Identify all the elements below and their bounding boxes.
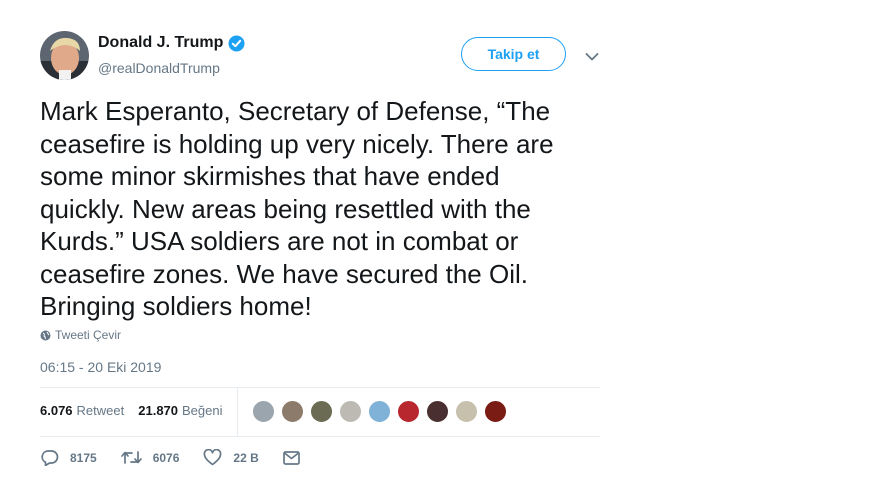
tweet-card: Donald J. Trump @realDonaldTrump Takip e… (0, 0, 640, 497)
liker-avatar[interactable] (426, 400, 449, 423)
tweet-stats: 6.076 Retweet 21.870 Beğeni (40, 403, 223, 418)
liker-avatar[interactable] (368, 400, 391, 423)
retweet-button[interactable]: 6076 (120, 450, 180, 465)
like-count: 21.870 (138, 403, 179, 418)
globe-icon (40, 330, 51, 340)
direct-message-button[interactable] (282, 450, 311, 465)
retweet-label: Retweet (76, 403, 125, 418)
liker-avatar[interactable] (252, 400, 275, 423)
liker-avatar[interactable] (455, 400, 478, 423)
liker-avatar[interactable] (310, 400, 333, 423)
author-name[interactable]: Donald J. Trump (98, 34, 223, 52)
author-handle[interactable]: @realDonaldTrump (98, 60, 220, 76)
retweet-icon (120, 451, 142, 464)
envelope-icon (282, 450, 300, 465)
retweet-stat[interactable]: 6.076 Retweet (40, 403, 124, 418)
translate-tweet-link[interactable]: Tweeti Çevir (40, 328, 121, 342)
liker-avatars (252, 400, 513, 423)
retweet-count: 6.076 (40, 403, 73, 418)
like-stat[interactable]: 21.870 Beğeni (138, 403, 222, 418)
tweet-timestamp[interactable]: 06:15 - 20 Eki 2019 (40, 359, 161, 375)
retweet-action-count: 6076 (152, 450, 180, 465)
translate-label: Tweeti Çevir (55, 328, 122, 342)
chevron-down-icon[interactable] (585, 49, 599, 61)
verified-badge-icon (228, 35, 245, 52)
like-button[interactable]: 22 B (203, 449, 259, 466)
tweet-text: Mark Esperanto, Secretary of Defense, “T… (40, 96, 554, 321)
liker-avatar[interactable] (281, 400, 304, 423)
like-label: Beğeni (182, 403, 223, 418)
divider (40, 436, 600, 437)
follow-button[interactable]: Takip et (461, 37, 566, 71)
author-avatar[interactable] (40, 31, 89, 80)
tweet-actions: 8175 6076 22 B (40, 449, 335, 466)
like-action-count: 22 B (233, 450, 259, 465)
liker-avatar[interactable] (484, 400, 507, 423)
stats-separator (237, 388, 238, 436)
reply-button[interactable]: 8175 (40, 449, 97, 466)
liker-avatar[interactable] (397, 400, 420, 423)
divider (40, 387, 600, 388)
heart-icon (204, 449, 222, 466)
reply-count: 8175 (70, 450, 97, 465)
liker-avatar[interactable] (339, 400, 362, 423)
reply-icon (41, 450, 59, 466)
